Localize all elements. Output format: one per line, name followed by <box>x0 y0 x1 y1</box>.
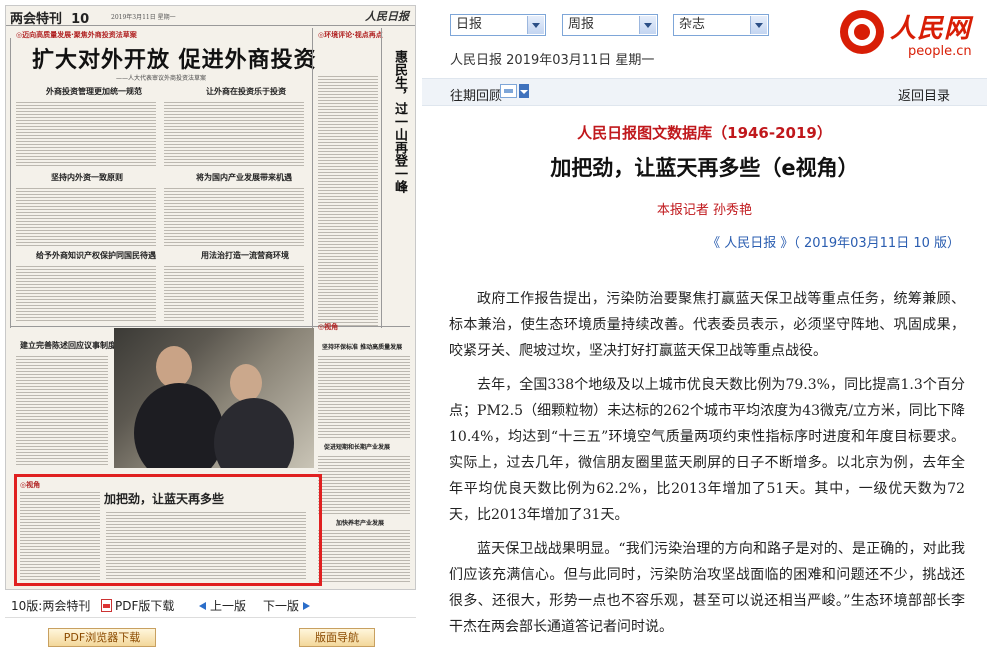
page-label: 10版:两会特刊 <box>11 599 91 613</box>
paper-header: 两会特刊 10 2019年3月11日 星期一 人民日报 <box>6 6 415 27</box>
back-to-contents-link[interactable]: 返回目录 <box>898 85 950 104</box>
prev-page-link[interactable]: 上一版 <box>199 597 246 614</box>
page-root: 两会特刊 10 2019年3月11日 星期一 人民日报 ◎迈向高质量发展·聚焦外… <box>0 0 987 662</box>
arrow-right-icon <box>303 602 311 610</box>
article-source: 《 人民日报 》（ 2019年03月11日 10 版） <box>707 236 960 251</box>
next-page-link[interactable]: 下一版 <box>263 597 311 614</box>
photo-person <box>134 383 224 468</box>
newspaper-pane: 两会特刊 10 2019年3月11日 星期一 人民日报 ◎迈向高质量发展·聚焦外… <box>0 0 422 662</box>
chevron-down-icon <box>750 16 767 34</box>
paper-text-column <box>16 102 156 167</box>
paper-rule <box>312 28 313 328</box>
article-pane: 日报 周报 杂志 人民日报 2019年03月11日 星期一 人民网 people… <box>422 0 987 662</box>
paper-subhead: 用法治打造一流营商环境 <box>201 250 289 260</box>
database-title: 人民日报图文数据库（1946-2019） <box>577 124 832 142</box>
paper-text-column <box>164 266 304 321</box>
article-body: 政府工作报告提出，污染防治要聚焦打赢蓝天保卫战等重点任务，统筹兼顾、标本兼治，使… <box>449 286 965 648</box>
paper-text-column <box>16 188 156 246</box>
paper-side-label: ◎视角 <box>318 323 339 331</box>
article-author: 本报记者 孙秀艳 <box>656 203 753 218</box>
paper-top-banner: ◎迈向高质量发展·聚焦外商投资法草案 <box>16 31 137 39</box>
paper-rule <box>10 326 410 327</box>
calendar-icon[interactable] <box>500 84 517 98</box>
page-nav-bar: 10版:两会特刊 PDF版下载 上一版 下一版 <box>5 594 416 618</box>
past-issues-label: 往期回顾 <box>450 89 503 104</box>
photo-person <box>214 398 294 468</box>
paper-subhead: 加快养老产业发展 <box>336 520 385 527</box>
paper-subhead: 坚持内外资一致原则 <box>51 172 123 182</box>
paper-rule <box>381 28 382 328</box>
edition-date: 人民日报 2019年03月11日 星期一 <box>450 53 655 68</box>
chevron-down-icon <box>527 16 544 34</box>
paper-vertical-headline: 惠民生，过一山再登一峰 <box>392 50 407 193</box>
paper-subhead: 将为国内产业发展带来机遇 <box>196 172 292 182</box>
weekly-select[interactable]: 周报 <box>562 14 658 36</box>
paper-text-column <box>16 356 108 466</box>
pdf-download-link[interactable]: PDF版下载 <box>101 597 174 614</box>
arrow-left-icon <box>199 602 206 610</box>
page-navigation-button[interactable]: 版面导航 <box>299 628 375 647</box>
paper-text-column <box>164 102 304 167</box>
magazine-select[interactable]: 杂志 <box>673 14 769 36</box>
paper-text-column <box>16 266 156 321</box>
paper-subhead: 建立完善陈述回应议事制度 <box>20 340 116 350</box>
article-highlight-box[interactable] <box>14 474 322 586</box>
article-paragraph: 去年，全国338个地级及以上城市优良天数比例为79.3%，同比提高1.3个百分点… <box>449 377 965 523</box>
paper-headline: 扩大对外开放 促进外商投资 <box>32 48 317 73</box>
paper-subheadline: ——人大代表审议外商投资法草案 <box>116 75 207 82</box>
pdf-browser-download-button[interactable]: PDF浏览器下载 <box>48 628 156 647</box>
paper-date-line: 2019年3月11日 星期一 <box>111 14 176 21</box>
paper-text-column <box>318 356 410 438</box>
logo-text-en: people.cn <box>908 44 972 59</box>
calendar-dropdown-icon[interactable] <box>519 84 529 98</box>
logo-text-cn: 人民网 <box>890 14 972 44</box>
article-paragraph: 政府工作报告提出，污染防治要聚焦打赢蓝天保卫战等重点任务，统筹兼顾、标本兼治，使… <box>449 291 965 359</box>
chevron-down-icon <box>639 16 656 34</box>
paper-text-column <box>318 530 410 584</box>
paper-subhead: 促进短期和长期产业发展 <box>324 444 391 451</box>
paper-subhead: 坚持环保标准 推动高质量发展 <box>322 344 403 351</box>
paper-section-label: 两会特刊 10 <box>10 12 90 27</box>
logo-emblem-icon <box>840 10 884 54</box>
people-cn-logo[interactable]: 人民网 people.cn <box>840 8 980 66</box>
paper-top-banner-right: ◎环境评论·视点再点 <box>318 31 383 39</box>
article-title: 加把劲，让蓝天再多些（e视角） <box>550 156 859 180</box>
paper-text-column <box>318 76 378 326</box>
paper-photo <box>114 328 314 468</box>
paper-subhead: 给予外商知识产权保护同国民待遇 <box>36 250 156 260</box>
daily-select[interactable]: 日报 <box>450 14 546 36</box>
paper-masthead: 人民日报 <box>365 10 409 23</box>
paper-subhead: 外商投资管理更加统一规范 <box>46 86 142 96</box>
article-paragraph: 蓝天保卫战战果明显。“我们污染治理的方向和路子是对的、是正确的，对此我们应该充满… <box>449 541 965 635</box>
archive-nav-bar: 往期回顾 返回目录 <box>422 78 987 106</box>
top-bar: 日报 周报 杂志 人民日报 2019年03月11日 星期一 人民网 people… <box>422 0 987 78</box>
paper-subhead: 让外商在投资乐于投资 <box>206 86 286 96</box>
photo-person <box>230 364 262 402</box>
paper-rule <box>10 38 11 328</box>
newspaper-page-image[interactable]: 两会特刊 10 2019年3月11日 星期一 人民日报 ◎迈向高质量发展·聚焦外… <box>5 5 416 590</box>
paper-text-column <box>164 188 304 246</box>
photo-person <box>156 346 192 388</box>
pdf-icon <box>101 599 112 612</box>
paper-text-column <box>318 456 410 516</box>
